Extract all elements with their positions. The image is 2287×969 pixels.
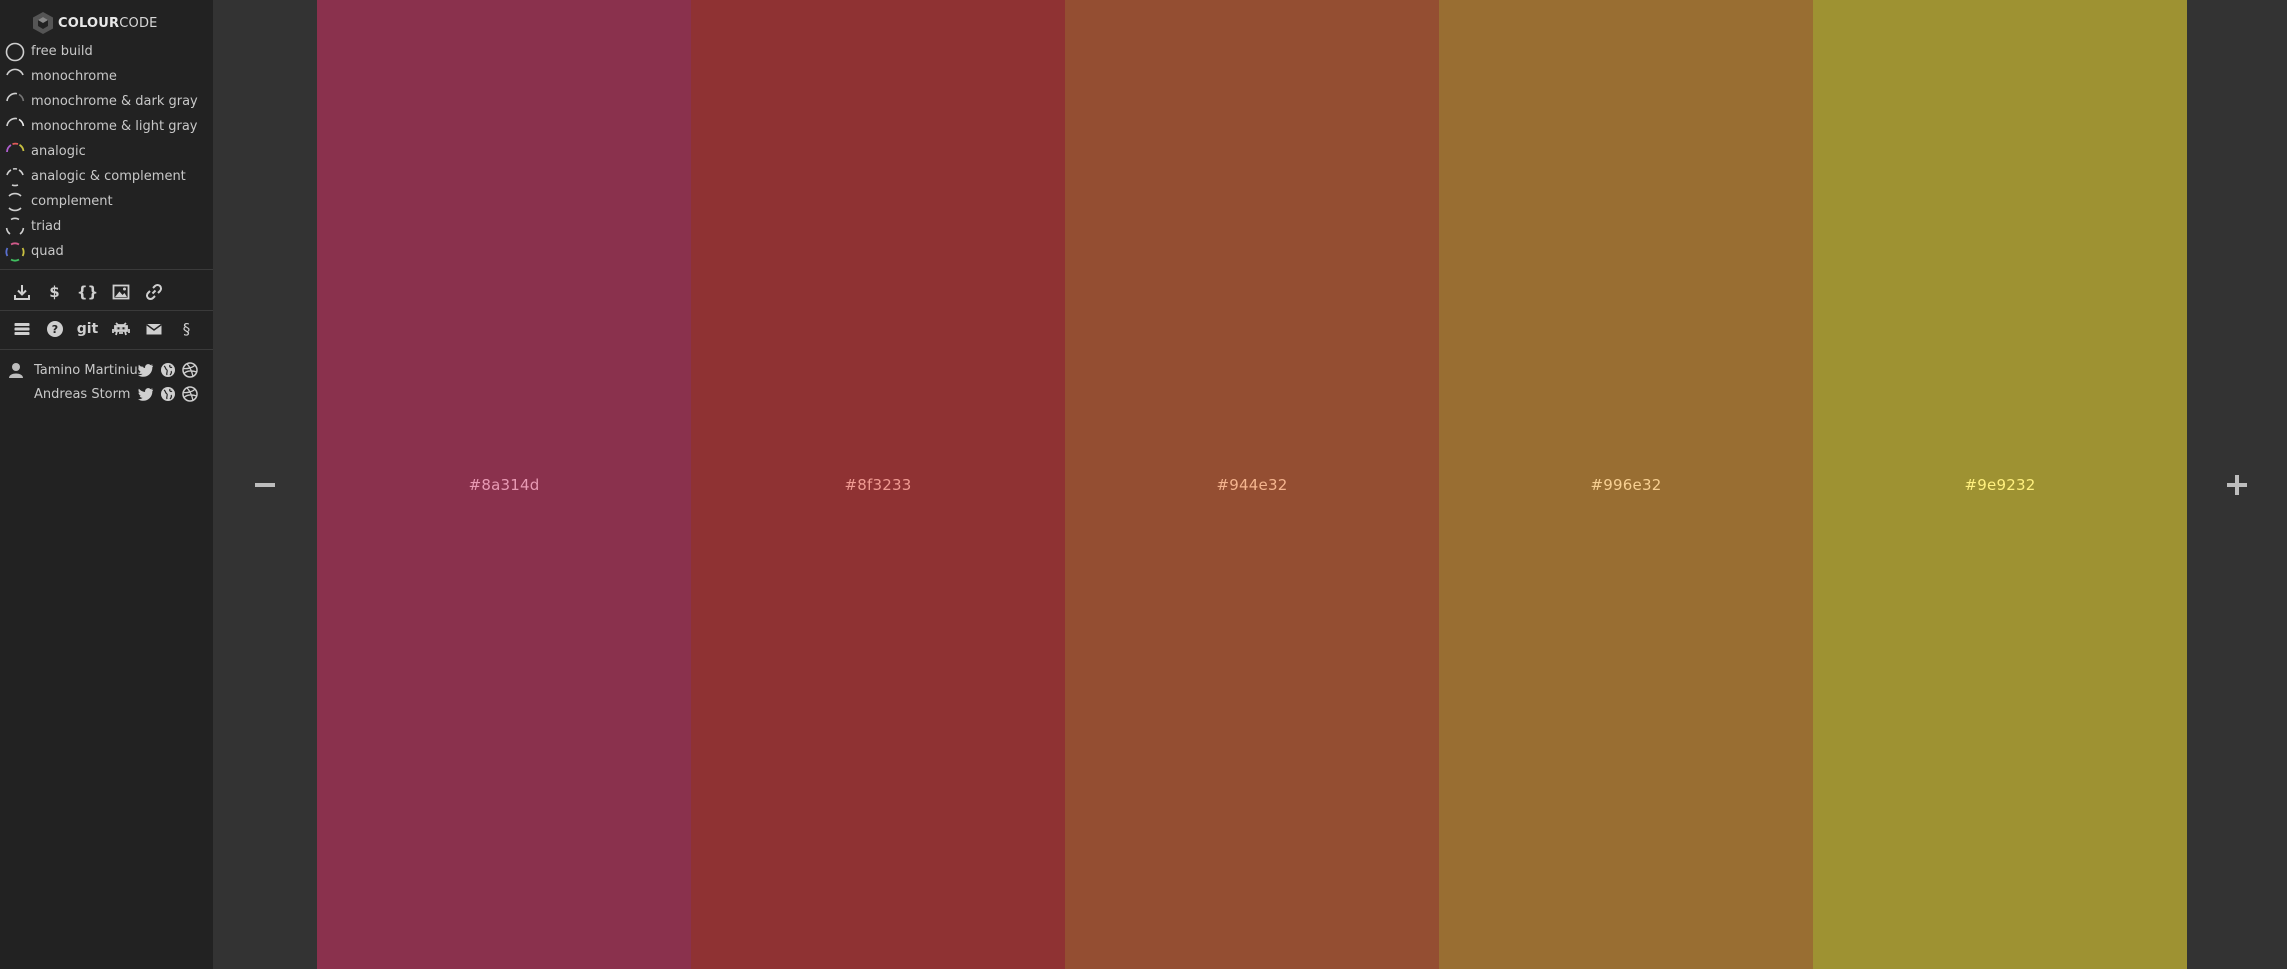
help-icon: ? — [46, 321, 63, 337]
info-toolbar: ? git § — [5, 316, 203, 342]
swatch-hex[interactable]: #996e32 — [1591, 476, 1662, 494]
mode-triad[interactable]: triad — [0, 214, 213, 239]
invader-icon — [111, 322, 130, 336]
ring-triad-icon — [5, 217, 25, 235]
link-icon — [145, 283, 162, 301]
image-icon — [112, 284, 129, 300]
ring-monochrome-icon — [6, 68, 24, 75]
swatch-hex[interactable]: #8f3233 — [845, 476, 912, 494]
dribbble-icon — [182, 362, 198, 378]
ring-analogic-icon — [6, 142, 25, 152]
credits: Tamino Martinius Andreas Storm — [0, 358, 213, 406]
dribbble-icon — [182, 386, 198, 402]
code-button[interactable]: {} — [71, 279, 104, 305]
colourcode-logo-icon — [33, 12, 53, 34]
swatch-hex[interactable]: #9e9232 — [1965, 476, 2036, 494]
sidebar: COLOURCODE free build monochrome monochr… — [0, 0, 213, 969]
git-button[interactable]: git — [71, 316, 104, 342]
dribbble-link[interactable] — [181, 385, 199, 403]
color-swatch[interactable]: #9e9232 — [1813, 0, 2187, 969]
image-button[interactable] — [104, 279, 137, 305]
brand-name: COLOURCODE — [58, 15, 158, 31]
mode-analogic-complement[interactable]: analogic & complement — [0, 164, 213, 189]
ring-monochrome-dark-gray-icon — [6, 92, 25, 101]
swatch-hex[interactable]: #944e32 — [1217, 476, 1288, 494]
logo[interactable]: COLOURCODE — [32, 11, 158, 35]
website-link[interactable] — [159, 385, 177, 403]
mode-quad[interactable]: quad — [0, 239, 213, 264]
remove-color-button[interactable] — [250, 470, 280, 500]
sidebar-divider — [0, 269, 213, 270]
color-swatch[interactable]: #996e32 — [1439, 0, 1813, 969]
dribbble-link[interactable] — [181, 361, 199, 379]
credit-socials — [137, 385, 199, 403]
twitter-icon — [138, 388, 154, 401]
dollar-icon: $ — [49, 283, 60, 301]
link-button[interactable] — [137, 279, 170, 305]
mode-analogic[interactable]: analogic — [0, 139, 213, 164]
ring-monochrome-light-gray-icon — [6, 117, 25, 126]
add-color-zone — [2187, 0, 2287, 969]
palette: #8a314d #8f3233 #944e32 #996e32 #9e9232 — [317, 0, 2187, 969]
ring-free-build-icon — [5, 42, 25, 61]
color-swatch[interactable]: #8f3233 — [691, 0, 1065, 969]
mail-button[interactable] — [137, 316, 170, 342]
twitter-link[interactable] — [137, 361, 155, 379]
globe-icon — [161, 363, 175, 377]
mode-free-build[interactable]: free build — [0, 39, 213, 64]
credit-socials — [137, 361, 199, 379]
remove-color-zone — [213, 0, 317, 969]
help-button[interactable]: ? — [38, 316, 71, 342]
mode-monochrome-light-gray[interactable]: monochrome & light gray — [0, 114, 213, 139]
globe-icon — [161, 387, 175, 401]
menu-stack-icon — [14, 323, 29, 335]
legal-button[interactable]: § — [170, 316, 203, 342]
ring-quad-icon — [5, 242, 25, 261]
section-icon: § — [182, 320, 191, 338]
twitter-link[interactable] — [137, 385, 155, 403]
sidebar-divider — [0, 349, 213, 350]
ring-analogic-complement-icon — [6, 167, 24, 186]
harmony-mode-list: free build monochrome monochrome & dark … — [0, 39, 213, 264]
svg-text:?: ? — [51, 323, 57, 336]
plus-icon — [2227, 474, 2247, 495]
credit-row: Andreas Storm — [0, 382, 213, 406]
mail-icon — [145, 323, 162, 335]
code-braces-icon: {} — [76, 283, 99, 301]
credit-name: Andreas Storm — [34, 386, 131, 402]
mode-monochrome[interactable]: monochrome — [0, 64, 213, 89]
color-swatch[interactable]: #8a314d — [317, 0, 691, 969]
website-link[interactable] — [159, 361, 177, 379]
export-toolbar: $ {} — [5, 279, 170, 305]
color-swatch[interactable]: #944e32 — [1065, 0, 1439, 969]
mode-monochrome-dark-gray[interactable]: monochrome & dark gray — [0, 89, 213, 114]
minus-icon — [255, 482, 275, 487]
ring-complement-icon — [8, 192, 22, 211]
user-icon — [9, 363, 23, 378]
mode-complement[interactable]: complement — [0, 189, 213, 214]
credit-name: Tamino Martinius — [34, 362, 145, 378]
twitter-icon — [138, 364, 154, 377]
download-button[interactable] — [5, 279, 38, 305]
sidebar-divider — [0, 310, 213, 311]
git-icon: git — [76, 321, 99, 337]
invader-button[interactable] — [104, 316, 137, 342]
dollar-button[interactable]: $ — [38, 279, 71, 305]
swatch-hex[interactable]: #8a314d — [469, 476, 540, 494]
menu-button[interactable] — [5, 316, 38, 342]
credit-row: Tamino Martinius — [0, 358, 213, 382]
add-color-button[interactable] — [2222, 470, 2252, 500]
download-icon — [13, 285, 30, 300]
